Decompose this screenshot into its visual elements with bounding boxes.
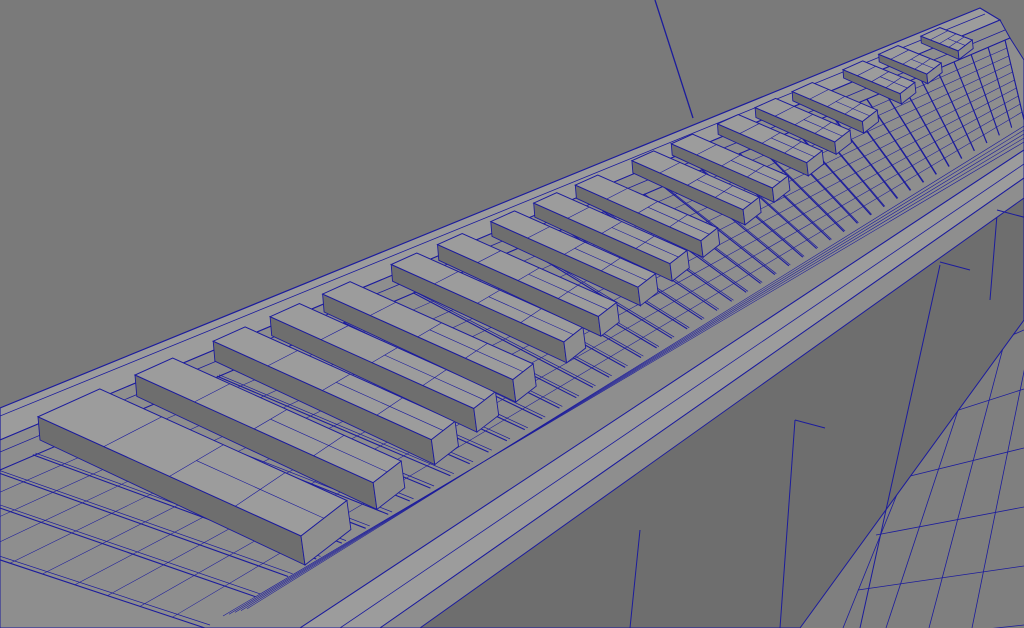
piano-wireframe-scene[interactable]: [0, 0, 1024, 628]
maya-3d-viewport[interactable]: [0, 0, 1024, 628]
